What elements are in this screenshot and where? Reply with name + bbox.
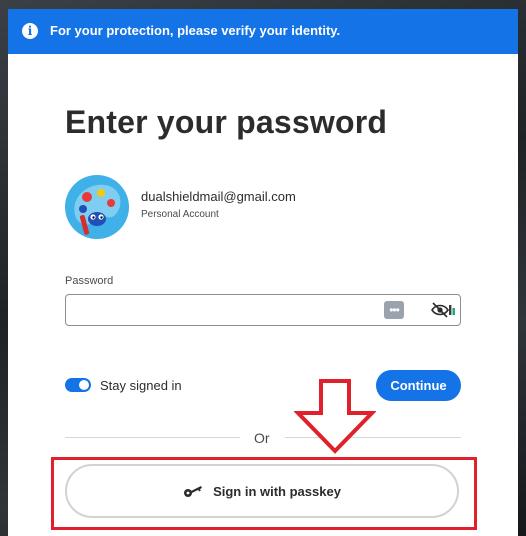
avatar [65, 175, 129, 239]
account-email: dualshieldmail@gmail.com [141, 189, 296, 204]
key-icon [184, 486, 203, 497]
divider-line-left [65, 437, 240, 438]
page-title: Enter your password [65, 104, 388, 140]
verification-banner: i For your protection, please verify you… [8, 9, 518, 54]
hide-password-icon[interactable] [430, 301, 456, 319]
password-input[interactable] [72, 299, 376, 323]
password-field[interactable]: ••• [65, 294, 461, 326]
sign-in-with-passkey-button[interactable]: Sign in with passkey [65, 464, 459, 518]
passkey-button-label: Sign in with passkey [213, 483, 341, 499]
divider-or-text: Or [254, 430, 270, 446]
banner-text: For your protection, please verify your … [50, 23, 341, 38]
info-icon: i [22, 23, 38, 39]
stay-signed-in-toggle[interactable] [65, 378, 91, 392]
password-label: Password [65, 275, 114, 287]
account-type: Personal Account [141, 209, 219, 220]
stay-signed-in-label: Stay signed in [100, 378, 182, 393]
password-manager-icon[interactable]: ••• [384, 301, 404, 319]
sign-in-card: i For your protection, please verify you… [8, 9, 518, 536]
continue-button[interactable]: Continue [376, 370, 461, 401]
toggle-knob [79, 380, 89, 390]
down-arrow-annotation [294, 379, 376, 454]
